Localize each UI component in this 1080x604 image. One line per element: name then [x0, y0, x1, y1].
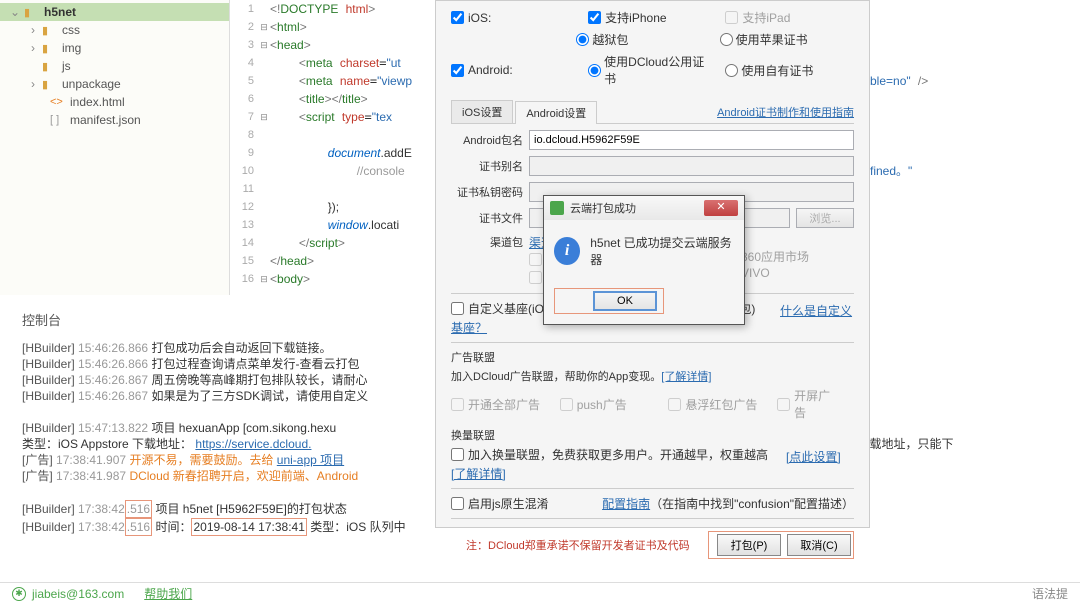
tab-ios[interactable]: iOS设置	[451, 100, 513, 123]
status-bar: ✱ jiabeis@163.com 帮助我们 语法提	[0, 582, 1080, 604]
swap-set-link[interactable]: [点此设置]	[786, 450, 841, 464]
info-icon: i	[554, 237, 580, 265]
file-tree: ⌄ ▮ h5net ›▮css ›▮img ▮js ›▮unpackage <>…	[0, 0, 230, 295]
package-name-input[interactable]	[529, 130, 854, 150]
json-file-icon: [ ]	[50, 114, 66, 126]
platform-tabs: iOS设置 Android设置 Android证书制作和使用指南	[451, 100, 854, 124]
ios-checkbox[interactable]	[451, 11, 464, 24]
user-status-icon: ✱	[12, 587, 26, 601]
tree-folder-unpackage[interactable]: ›▮unpackage	[0, 75, 229, 93]
app-icon	[550, 201, 564, 215]
user-email[interactable]: jiabeis@163.com	[32, 587, 124, 601]
applecert-radio[interactable]	[720, 33, 733, 46]
folder-icon: ▮	[42, 42, 58, 55]
code-overflow: ble=no" />fined。"	[870, 0, 928, 180]
cert-guide-link[interactable]: Android证书制作和使用指南	[717, 104, 854, 123]
own-cert-radio[interactable]	[725, 64, 738, 77]
tree-folder-css[interactable]: ›▮css	[0, 21, 229, 39]
ipad-checkbox	[725, 11, 738, 24]
line-gutter: 12345678910111213141516	[230, 0, 258, 288]
download-link[interactable]: https://service.dcloud.	[195, 437, 311, 451]
folder-icon: ▮	[24, 6, 40, 19]
tree-file-manifest[interactable]: [ ]manifest.json	[0, 111, 229, 129]
js-obfuscate-checkbox[interactable]	[451, 497, 464, 510]
cert-alias-input	[529, 156, 854, 176]
close-icon[interactable]: ✕	[704, 200, 738, 216]
jailbreak-radio[interactable]	[576, 33, 589, 46]
code-content: <!DOCTYPE html> <html> <head> <meta char…	[270, 0, 412, 288]
folder-icon: ▮	[42, 24, 58, 37]
confusion-guide-link[interactable]: 配置指南	[602, 497, 650, 511]
tree-root-h5net[interactable]: ⌄ ▮ h5net	[0, 3, 229, 21]
android-checkbox[interactable]	[451, 64, 464, 77]
code-editor[interactable]: 12345678910111213141516 ⊟⊟⊟⊟ <!DOCTYPE h…	[230, 0, 435, 295]
cancel-button[interactable]: 取消(C)	[787, 534, 851, 556]
custom-base-checkbox[interactable]	[451, 302, 464, 315]
tree-file-index[interactable]: <>index.html	[0, 93, 229, 111]
iphone-checkbox[interactable]	[588, 11, 601, 24]
ok-button[interactable]: OK	[593, 291, 657, 311]
alert-message: h5net 已成功提交云端服务器	[590, 234, 734, 268]
tree-folder-img[interactable]: ›▮img	[0, 39, 229, 57]
tree-folder-js[interactable]: ▮js	[0, 57, 229, 75]
tree-label: h5net	[44, 5, 76, 19]
browse-button: 浏览...	[796, 208, 854, 228]
expand-icon: ⌄	[10, 5, 20, 19]
alert-title-text: 云端打包成功	[570, 200, 636, 216]
dcloud-cert-radio[interactable]	[588, 64, 601, 77]
fold-gutter: ⊟⊟⊟⊟	[258, 0, 270, 288]
html-file-icon: <>	[50, 96, 66, 108]
help-link[interactable]: 帮助我们	[144, 585, 192, 602]
dcloud-note: 注：DCloud郑重承诺不保留开发者证书及代码	[466, 537, 690, 553]
success-alert: 云端打包成功 ✕ i h5net 已成功提交云端服务器 OK	[543, 195, 745, 325]
swap-checkbox[interactable]	[451, 448, 464, 461]
syntax-hint: 语法提	[1032, 585, 1068, 602]
pack-button[interactable]: 打包(P)	[717, 534, 781, 556]
swap-learn-link[interactable]: [了解详情]	[451, 467, 506, 481]
folder-icon: ▮	[42, 78, 58, 91]
tab-android[interactable]: Android设置	[515, 101, 597, 124]
ads-learn-link[interactable]: [了解详情]	[661, 371, 711, 383]
alert-titlebar[interactable]: 云端打包成功 ✕	[544, 196, 744, 220]
folder-icon: ▮	[42, 60, 58, 73]
